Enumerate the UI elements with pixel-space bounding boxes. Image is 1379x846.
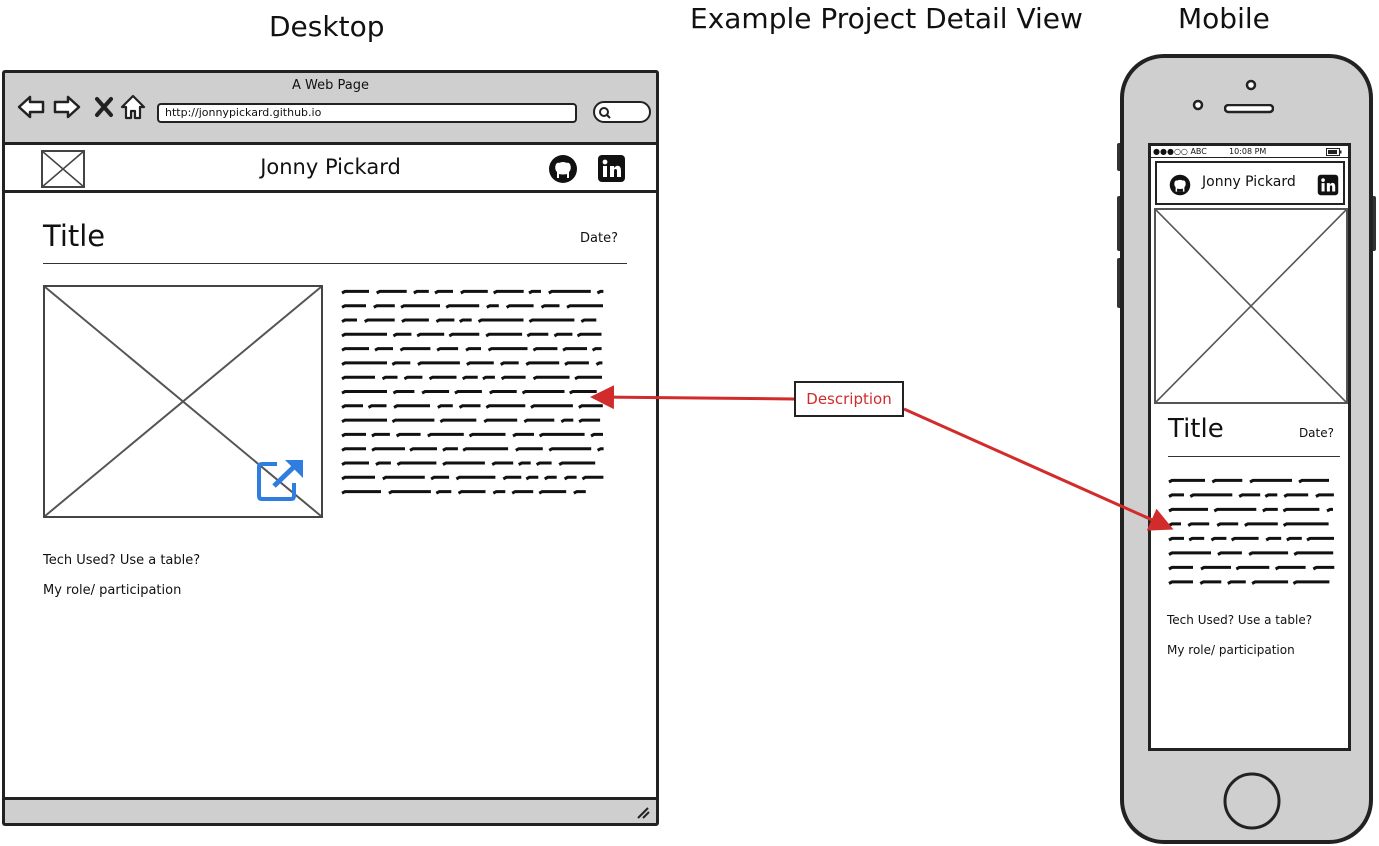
- annotation-arrows: [590, 385, 1174, 531]
- description-callout: Description: [794, 381, 904, 417]
- arrow-to-desktop-description: [590, 385, 795, 410]
- arrow-to-mobile-description: [903, 407, 1174, 531]
